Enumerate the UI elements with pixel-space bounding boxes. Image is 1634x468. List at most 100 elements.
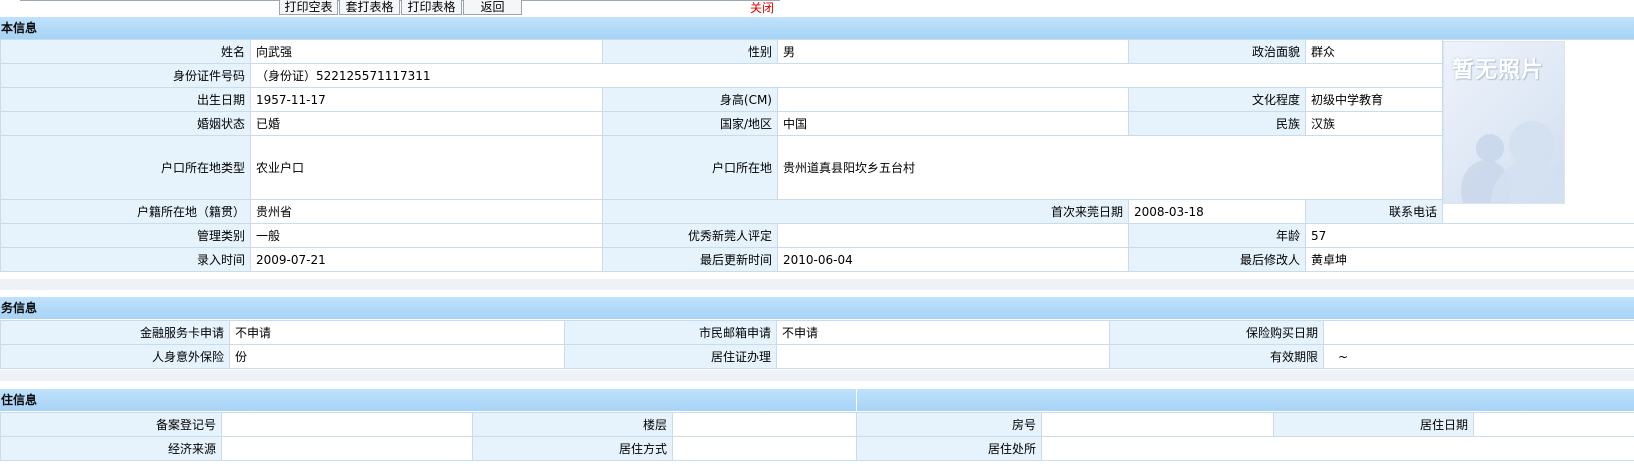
- mailbox-label: 市民邮箱申请: [564, 320, 777, 345]
- politics-label: 政治面貌: [1128, 39, 1306, 64]
- accident-insurance-label: 人身意外保险: [0, 344, 230, 369]
- table-row: 人身意外保险 份 居住证办理 有效期限 ~: [0, 344, 1634, 369]
- toolbar: 打印空表 套打表格 打印表格 返回 关闭: [0, 0, 1634, 16]
- income-source-label: 经济来源: [0, 436, 222, 461]
- management-label: 管理类别: [0, 223, 251, 248]
- back-button[interactable]: 返回: [463, 0, 522, 15]
- height-value: [777, 87, 1129, 112]
- name-value: 向武强: [250, 39, 603, 64]
- origin-value: 贵州省: [250, 199, 603, 224]
- section-service-info: 务信息: [0, 297, 1634, 319]
- id-value: （身份证）522125571117311: [250, 63, 1443, 88]
- close-link[interactable]: 关闭: [750, 1, 774, 15]
- section-basic-info: 本信息: [0, 17, 1634, 39]
- gender-value: 男: [777, 39, 1129, 64]
- mailbox-value: 不申请: [776, 320, 1110, 345]
- residence-info-table: 备案登记号 楼层 房号 居住日期 经济来源 居住方式 居住处所: [0, 412, 1634, 461]
- toolbar-divider: [20, 0, 780, 1]
- section-gap: [0, 370, 1634, 381]
- section-title: 务信息: [1, 301, 38, 315]
- education-value: 初级中学教育: [1305, 87, 1443, 112]
- hukou-location-value: 贵州道真县阳坎乡五台村: [777, 135, 1443, 200]
- phone-label: 联系电话: [1305, 199, 1443, 224]
- room-value: [1041, 412, 1274, 437]
- residence-permit-label: 居住证办理: [564, 344, 777, 369]
- excellent-label: 优秀新莞人评定: [602, 223, 778, 248]
- table-row: 管理类别 一般 优秀新莞人评定 年龄 57: [0, 223, 1634, 248]
- updated-time-value: 2010-06-04: [777, 247, 1129, 272]
- entry-time-value: 2009-07-21: [250, 247, 603, 272]
- name-label: 姓名: [0, 39, 251, 64]
- origin-label: 户籍所在地（籍贯）: [0, 199, 251, 224]
- residence-place-label: 居住处所: [856, 436, 1042, 461]
- accident-insurance-value: 份: [229, 344, 565, 369]
- finance-card-value: 不申请: [229, 320, 565, 345]
- modifier-label: 最后修改人: [1128, 247, 1306, 272]
- table-row: 金融服务卡申请 不申请 市民邮箱申请 不申请 保险购买日期: [0, 320, 1634, 345]
- ethnic-value: 汉族: [1305, 111, 1443, 136]
- birth-label: 出生日期: [0, 87, 251, 112]
- country-label: 国家/地区: [602, 111, 778, 136]
- registration-no-label: 备案登记号: [0, 412, 222, 437]
- age-value: 57: [1305, 223, 1634, 248]
- person-silhouette-icon: [1461, 121, 1564, 203]
- table-row: 备案登记号 楼层 房号 居住日期: [0, 412, 1634, 437]
- gender-label: 性别: [602, 39, 778, 64]
- income-source-value: [221, 436, 473, 461]
- print-blank-button[interactable]: 打印空表: [279, 0, 338, 15]
- excellent-value: [777, 223, 1129, 248]
- basic-info-table: 姓名 向武强 性别 男 政治面貌 群众 身份证件号码 （身份证）52212557…: [0, 39, 1634, 272]
- country-value: 中国: [777, 111, 1129, 136]
- hukou-type-value: 农业户口: [250, 135, 603, 200]
- modifier-value: 黄卓坤: [1305, 247, 1634, 272]
- politics-value: 群众: [1305, 39, 1443, 64]
- hukou-location-label: 户口所在地: [602, 135, 778, 200]
- height-label: 身高(CM): [602, 87, 778, 112]
- no-photo-placeholder: 暂无照片: [1443, 41, 1565, 204]
- id-label: 身份证件号码: [0, 63, 251, 88]
- finance-card-label: 金融服务卡申请: [0, 320, 230, 345]
- service-info-table: 金融服务卡申请 不申请 市民邮箱申请 不申请 保险购买日期 人身意外保险 份 居…: [0, 320, 1634, 369]
- table-row: 录入时间 2009-07-21 最后更新时间 2010-06-04 最后修改人 …: [0, 247, 1634, 272]
- registration-no-value: [221, 412, 473, 437]
- section-title: 住信息: [1, 393, 38, 407]
- section-gap: [0, 279, 1634, 290]
- residence-date-value: [1473, 412, 1634, 437]
- age-label: 年龄: [1128, 223, 1306, 248]
- insurance-date-label: 保险购买日期: [1109, 320, 1324, 345]
- residence-place-value: [1041, 436, 1634, 461]
- residence-date-label: 居住日期: [1273, 412, 1474, 437]
- management-value: 一般: [250, 223, 603, 248]
- overlay-print-button[interactable]: 套打表格: [339, 0, 400, 15]
- table-row: 经济来源 居住方式 居住处所: [0, 436, 1634, 461]
- validity-value: ~: [1323, 344, 1634, 369]
- residence-method-value: [672, 436, 857, 461]
- residence-permit-value: [776, 344, 1110, 369]
- section-title: 本信息: [1, 21, 38, 35]
- table-row: 身份证件号码 （身份证）522125571117311: [0, 63, 1634, 88]
- ethnic-label: 民族: [1128, 111, 1306, 136]
- table-row: 出生日期 1957-11-17 身高(CM) 文化程度 初级中学教育: [0, 87, 1634, 112]
- table-row: 婚姻状态 已婚 国家/地区 中国 民族 汉族: [0, 111, 1634, 136]
- section-residence-info: 住信息: [0, 389, 1634, 411]
- table-row: 姓名 向武强 性别 男 政治面貌 群众: [0, 39, 1634, 224]
- residence-method-label: 居住方式: [472, 436, 673, 461]
- first-arrival-value: 2008-03-18: [1128, 199, 1306, 224]
- entry-time-label: 录入时间: [0, 247, 251, 272]
- floor-value: [672, 412, 857, 437]
- hukou-type-label: 户口所在地类型: [0, 135, 251, 200]
- table-row: 户籍所在地（籍贯） 贵州省 首次来莞日期 2008-03-18 联系电话: [0, 199, 1634, 224]
- floor-label: 楼层: [472, 412, 673, 437]
- print-form-button[interactable]: 打印表格: [401, 0, 462, 15]
- updated-time-label: 最后更新时间: [602, 247, 778, 272]
- marital-value: 已婚: [250, 111, 603, 136]
- education-label: 文化程度: [1128, 87, 1306, 112]
- first-arrival-label: 首次来莞日期: [602, 199, 1129, 224]
- section-split: [856, 389, 857, 411]
- marital-label: 婚姻状态: [0, 111, 251, 136]
- table-row: 户口所在地类型 农业户口 户口所在地 贵州道真县阳坎乡五台村: [0, 135, 1634, 200]
- validity-label: 有效期限: [1109, 344, 1324, 369]
- room-label: 房号: [856, 412, 1042, 437]
- birth-value: 1957-11-17: [250, 87, 603, 112]
- insurance-date-value: [1323, 320, 1634, 345]
